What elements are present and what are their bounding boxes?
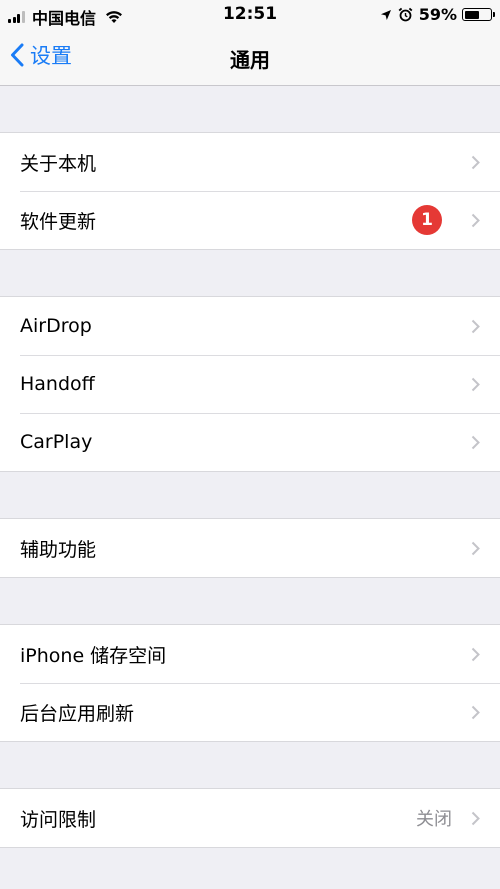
battery-level-fill bbox=[464, 10, 479, 19]
row-handoff[interactable]: Handoff bbox=[0, 355, 500, 413]
row-software-update[interactable]: 软件更新 1 bbox=[0, 191, 500, 249]
status-right: 59% bbox=[380, 5, 495, 24]
row-iphone-storage[interactable]: iPhone 储存空间 bbox=[0, 625, 500, 683]
row-label: 辅助功能 bbox=[20, 538, 97, 561]
alarm-icon bbox=[398, 7, 413, 22]
row-label: AirDrop bbox=[20, 315, 92, 337]
row-label: 关于本机 bbox=[20, 152, 97, 175]
status-bar: 中国电信 12:51 59% bbox=[0, 0, 500, 30]
location-arrow-icon bbox=[380, 9, 392, 21]
settings-group-about: 关于本机 软件更新 1 bbox=[0, 132, 500, 250]
chevron-right-icon bbox=[471, 647, 480, 662]
row-value: 关闭 bbox=[416, 809, 452, 830]
notification-badge: 1 bbox=[412, 205, 442, 235]
row-about-device[interactable]: 关于本机 bbox=[0, 133, 500, 191]
row-accessibility[interactable]: 辅助功能 bbox=[0, 519, 500, 577]
battery-percent: 59% bbox=[418, 5, 457, 24]
settings-group-restrictions: 访问限制 关闭 bbox=[0, 788, 500, 848]
chevron-right-icon bbox=[471, 435, 480, 450]
row-label: iPhone 储存空间 bbox=[20, 644, 167, 667]
row-label: Handoff bbox=[20, 373, 95, 395]
settings-group-storage: iPhone 储存空间 后台应用刷新 bbox=[0, 624, 500, 742]
row-carplay[interactable]: CarPlay bbox=[0, 413, 500, 471]
page-title: 通用 bbox=[230, 48, 270, 72]
chevron-right-icon bbox=[471, 155, 480, 170]
chevron-right-icon bbox=[471, 319, 480, 334]
row-airdrop[interactable]: AirDrop bbox=[0, 297, 500, 355]
chevron-right-icon bbox=[471, 541, 480, 556]
row-label: 后台应用刷新 bbox=[20, 702, 135, 725]
row-label: 访问限制 bbox=[20, 808, 97, 831]
row-restrictions[interactable]: 访问限制 关闭 bbox=[0, 789, 500, 847]
navigation-bar: 设置 通用 bbox=[0, 30, 500, 86]
settings-group-continuity: AirDrop Handoff CarPlay bbox=[0, 296, 500, 472]
chevron-right-icon bbox=[471, 811, 480, 826]
row-background-app-refresh[interactable]: 后台应用刷新 bbox=[0, 683, 500, 741]
chevron-right-icon bbox=[471, 377, 480, 392]
row-label: 软件更新 bbox=[20, 210, 97, 233]
chevron-right-icon bbox=[471, 705, 480, 720]
settings-group-accessibility: 辅助功能 bbox=[0, 518, 500, 578]
battery-icon bbox=[462, 8, 495, 21]
chevron-right-icon bbox=[471, 213, 480, 228]
row-label: CarPlay bbox=[20, 431, 93, 453]
